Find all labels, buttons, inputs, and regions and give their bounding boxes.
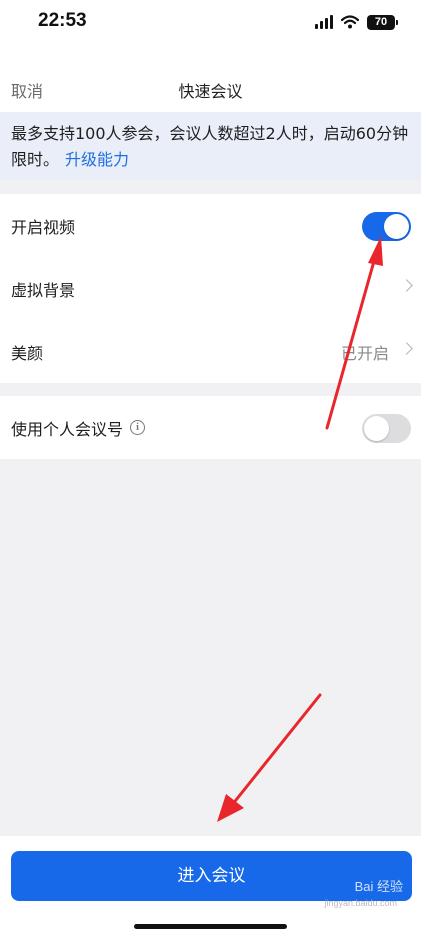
status-icons: 70 [315,12,398,32]
enter-meeting-button[interactable]: 进入会议 [11,851,412,901]
watermark-url: jingyan.baidu.com [324,898,397,908]
bottom-bar: 进入会议 Bai 经验 jingyan.baidu.com [0,836,421,930]
baidu-watermark: Bai 经验 [354,879,403,894]
row-virtual-background[interactable]: 虚拟背景 [0,257,421,320]
row-personal-meeting-id: 使用个人会议号 i [0,396,421,459]
status-bar: 22:53 70 [0,0,421,44]
row-beauty[interactable]: 美颜 已开启 [0,320,421,383]
personal-meeting-id-label: 使用个人会议号 [11,419,124,439]
beauty-label: 美颜 [11,343,44,363]
row-video: 开启视频 [0,194,421,257]
beauty-status: 已开启 [340,344,389,363]
video-label: 开启视频 [11,217,76,237]
chevron-right-icon [400,279,413,292]
battery-icon: 70 [367,14,398,30]
wifi-icon [341,15,359,29]
meeting-id-group: 使用个人会议号 i [0,396,421,459]
toggle-knob [384,214,409,239]
personal-meeting-id-toggle[interactable] [362,414,411,443]
video-toggle[interactable] [362,212,411,241]
limit-notice: 最多支持100人参会，会议人数超过2人时，启动60分钟限时。 升级能力 [0,112,421,180]
annotation-arrow-enter [217,693,322,822]
page-title: 快速会议 [178,82,243,101]
home-indicator [134,924,287,929]
virtual-background-label: 虚拟背景 [11,280,76,300]
toggle-knob [364,416,389,441]
status-time: 22:53 [38,10,87,31]
media-settings-group: 开启视频 虚拟背景 美颜 已开启 [0,194,421,383]
cellular-signal-icon [315,15,333,29]
nav-bar: 取消 快速会议 [0,44,421,112]
upgrade-link[interactable]: 升级能力 [65,150,129,169]
chevron-right-icon [400,342,413,355]
info-icon[interactable]: i [130,420,146,435]
